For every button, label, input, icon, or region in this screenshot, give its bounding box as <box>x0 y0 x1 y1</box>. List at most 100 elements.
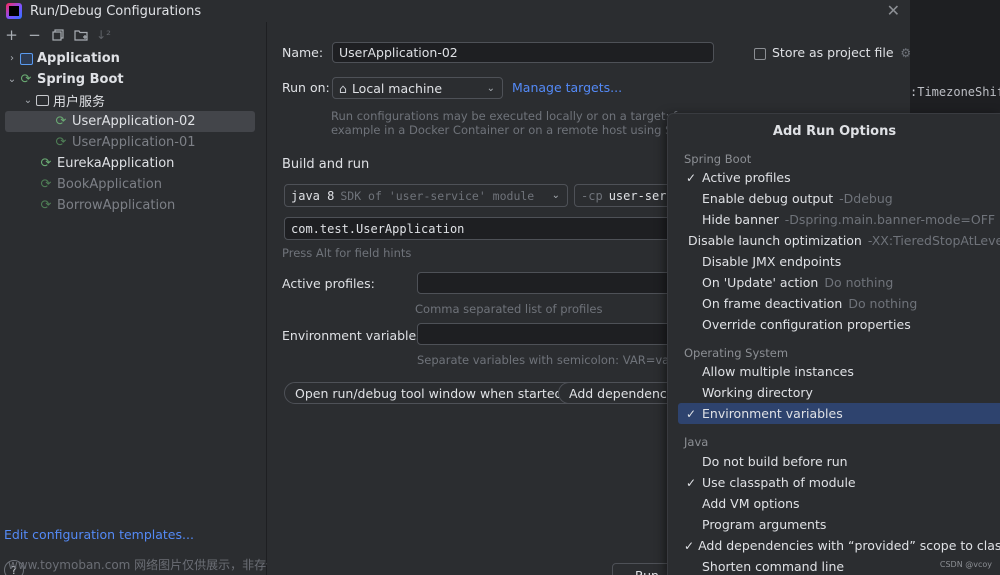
popup-title: Add Run Options <box>772 124 897 139</box>
spring-boot-icon: ⟳ <box>40 156 52 171</box>
spring-boot-icon: ⟳ <box>40 177 52 192</box>
option-on-frame-deactivation[interactable]: On frame deactivation Do nothing <box>678 293 1000 314</box>
environment-variables-label: Environment variables: <box>282 328 427 343</box>
option-add-provided-dependencies[interactable]: ✓ Add dependencies with “provided” scope … <box>678 535 1000 556</box>
option-allow-multiple-instances[interactable]: Allow multiple instances <box>678 361 1000 382</box>
run-on-hint-line-1: Run configurations may be executed local… <box>331 109 689 123</box>
active-profiles-input[interactable] <box>417 272 674 294</box>
jdk-value: java 8 <box>291 188 335 203</box>
option-label: Program arguments <box>702 517 827 532</box>
close-icon[interactable]: ✕ <box>887 1 900 20</box>
tree-item-user-application-01[interactable]: ⟳ UserApplication-01 <box>0 132 266 153</box>
jdk-select[interactable]: java 8 SDK of 'user-service' module ⌄ <box>284 184 568 207</box>
chevron-down-icon[interactable]: ⌄ <box>22 95 34 106</box>
jdk-hint: SDK of 'user-service' module <box>340 188 535 203</box>
option-on-update-action[interactable]: On 'Update' action Do nothing <box>678 272 1000 293</box>
option-disable-jmx-endpoints[interactable]: Disable JMX endpoints <box>678 251 1000 272</box>
option-label: Allow multiple instances <box>702 364 854 379</box>
cp-value: user-serv <box>608 188 674 203</box>
chevron-right-icon[interactable]: › <box>6 53 18 64</box>
chevron-down-icon[interactable]: ⌄ <box>6 74 18 85</box>
run-on-label: Run on: <box>282 80 330 95</box>
option-program-arguments[interactable]: Program arguments <box>678 514 1000 535</box>
checkmark-icon: ✓ <box>684 538 695 553</box>
add-icon[interactable]: + <box>0 24 23 46</box>
tree-item-user-application-02[interactable]: ⟳ UserApplication-02 <box>5 111 255 132</box>
spring-boot-icon: ⟳ <box>55 114 67 129</box>
tree-item-label: Application <box>37 51 120 66</box>
option-hint: Do nothing <box>848 296 918 311</box>
option-hide-banner[interactable]: Hide banner -Dspring.main.banner-mode=OFF <box>678 209 1000 230</box>
option-disable-launch-optimization[interactable]: Disable launch optimization -XX:TieredSto… <box>678 230 1000 251</box>
run-on-value: Local machine <box>351 80 443 96</box>
window-title: Run/Debug Configurations <box>30 3 202 19</box>
name-input[interactable]: UserApplication-02 <box>332 42 714 63</box>
option-hint: -Ddebug <box>839 191 893 206</box>
edit-configuration-templates-link[interactable]: Edit configuration templates... <box>4 527 194 542</box>
option-working-directory[interactable]: Working directory <box>678 382 1000 403</box>
intellij-logo-icon <box>6 3 22 19</box>
option-hint: -Dspring.main.banner-mode=OFF <box>784 212 996 227</box>
option-environment-variables[interactable]: ✓ Environment variables <box>678 403 1000 424</box>
checkmark-icon: ✓ <box>685 170 697 185</box>
pill-label: Open run/debug tool window when started <box>295 385 563 401</box>
store-as-project-file-option[interactable]: Store as project file ⚙ <box>754 45 911 60</box>
tree-item-book-application[interactable]: ⟳ BookApplication <box>0 174 266 195</box>
option-label: Add VM options <box>702 496 800 511</box>
field-hints-tip: Press Alt for field hints <box>282 246 412 260</box>
tree-item-folder-user-service[interactable]: ⌄ 用户服务 <box>0 90 266 111</box>
store-as-project-file-checkbox[interactable] <box>754 47 766 60</box>
sort-icon[interactable]: ↓² <box>92 24 115 46</box>
option-label: Enable debug output <box>702 191 834 206</box>
option-add-vm-options[interactable]: Add VM options <box>678 493 1000 514</box>
title-bar: Run/Debug Configurations ✕ <box>0 0 910 22</box>
run-on-select[interactable]: ⌂ Local machine ⌄ <box>332 77 503 99</box>
gear-icon[interactable]: ⚙ <box>900 46 911 60</box>
tree-item-spring-boot[interactable]: ⌄ ⟳ Spring Boot <box>0 69 266 90</box>
option-use-classpath-of-module[interactable]: ✓ Use classpath of module <box>678 472 1000 493</box>
group-operating-system: Operating System <box>684 346 789 360</box>
tree-item-application[interactable]: › Application <box>0 48 266 69</box>
config-tree-panel: + − ↓² › Application ⌄ ⟳ Spring Boot ⌄ 用… <box>0 22 410 575</box>
tree-item-label: UserApplication-01 <box>72 135 196 150</box>
add-dependencies-option-pill[interactable]: Add dependencies <box>558 382 678 404</box>
active-profiles-hint: Comma separated list of profiles <box>415 302 603 316</box>
build-and-run-heading: Build and run <box>282 157 370 172</box>
option-label: Do not build before run <box>702 454 848 469</box>
option-label: Shorten command line <box>702 559 845 574</box>
new-folder-icon[interactable] <box>69 24 92 46</box>
tree-item-borrow-application[interactable]: ⟳ BorrowApplication <box>0 195 266 216</box>
open-tool-window-option-pill[interactable]: Open run/debug tool window when started … <box>284 382 591 404</box>
checkmark-icon: ✓ <box>685 406 697 421</box>
checkmark-icon: ✓ <box>685 475 697 490</box>
environment-variables-input[interactable] <box>417 323 674 345</box>
environment-variables-hint: Separate variables with semicolon: VAR=v… <box>417 353 710 367</box>
tree-item-eureka-application[interactable]: ⟳ EurekaApplication <box>0 153 266 174</box>
option-do-not-build-before-run[interactable]: Do not build before run <box>678 451 1000 472</box>
option-enable-debug-output[interactable]: Enable debug output -Ddebug <box>678 188 1000 209</box>
classpath-module-select[interactable]: -cp user-serv <box>574 184 674 207</box>
pill-label: Add dependencies <box>569 385 678 401</box>
tree-toolbar: + − ↓² <box>0 22 266 48</box>
option-label: Active profiles <box>702 170 791 185</box>
remove-icon[interactable]: − <box>23 24 46 46</box>
cp-prefix: -cp <box>581 188 603 203</box>
run-on-hint-line-2: example in a Docker Container or on a re… <box>331 123 692 137</box>
spring-boot-icon: ⟳ <box>20 72 32 87</box>
option-hint: Do nothing <box>824 275 894 290</box>
option-hint: -XX:TieredStopAtLevel=1 - <box>867 233 1000 248</box>
main-class-input[interactable]: com.test.UserApplication <box>284 217 674 240</box>
option-active-profiles[interactable]: ✓ Active profiles <box>678 167 1000 188</box>
option-label: On frame deactivation <box>702 296 843 311</box>
add-run-options-popup: Add Run Options Spring Boot ✓ Active prof… <box>667 113 1000 575</box>
option-label: Hide banner <box>702 212 779 227</box>
tree-item-label: Spring Boot <box>37 72 124 87</box>
option-override-configuration-properties[interactable]: Override configuration properties <box>678 314 1000 335</box>
group-spring-boot: Spring Boot <box>684 152 752 166</box>
option-label: Disable JMX endpoints <box>702 254 842 269</box>
application-icon <box>18 52 34 66</box>
manage-targets-link[interactable]: Manage targets... <box>512 80 622 95</box>
home-icon: ⌂ <box>339 80 347 96</box>
copy-icon[interactable] <box>46 24 69 46</box>
config-tree: › Application ⌄ ⟳ Spring Boot ⌄ 用户服务 ⟳ U… <box>0 48 266 216</box>
